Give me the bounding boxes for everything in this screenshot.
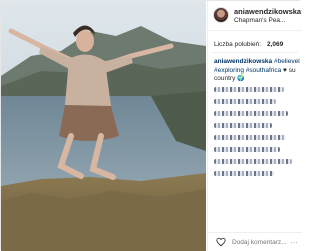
blurred-comment (214, 171, 274, 176)
post-side-panel: aniawendzikowska Chapman's Pea... Liczba… (207, 1, 302, 251)
blurred-comment (214, 111, 288, 116)
hashtag-exploring[interactable]: #exploring (214, 67, 244, 74)
post-username[interactable]: aniawendzikowska (234, 7, 301, 16)
caption-word-su: su (288, 66, 296, 74)
heart-emoji-icon: ♥ (283, 66, 287, 74)
blurred-comment (214, 135, 286, 140)
globe-emoji-icon: 🌍 (237, 76, 245, 82)
likes-row: Liczba polubień: 2,069 (214, 41, 283, 48)
comment-bar: … (208, 232, 302, 251)
hashtag-southafrica[interactable]: #southafrica (246, 67, 281, 74)
instagram-post: aniawendzikowska Chapman's Pea... Liczba… (0, 0, 302, 251)
blurred-comment (214, 147, 280, 152)
more-options-icon[interactable]: … (290, 236, 298, 245)
likes-count[interactable]: 2,069 (267, 41, 283, 48)
caption-word-country: country (214, 75, 236, 82)
likes-label: Liczba polubień: (214, 41, 261, 48)
post-photo[interactable] (1, 1, 206, 251)
post-location[interactable]: Chapman's Pea... (234, 17, 285, 24)
blurred-comment (214, 87, 284, 92)
post-caption: aniawendzikowska #believel #exploring #s… (214, 58, 300, 84)
blurred-comment (214, 159, 292, 164)
caption-author[interactable]: aniawendzikowska (214, 58, 272, 65)
blurred-comment (214, 123, 272, 128)
post-header: aniawendzikowska Chapman's Pea... (208, 1, 302, 31)
blurred-comment (214, 99, 276, 104)
avatar[interactable] (213, 7, 229, 23)
hashtag-believe[interactable]: #believel (274, 58, 300, 65)
divider (212, 52, 298, 53)
heart-icon[interactable] (216, 237, 226, 247)
